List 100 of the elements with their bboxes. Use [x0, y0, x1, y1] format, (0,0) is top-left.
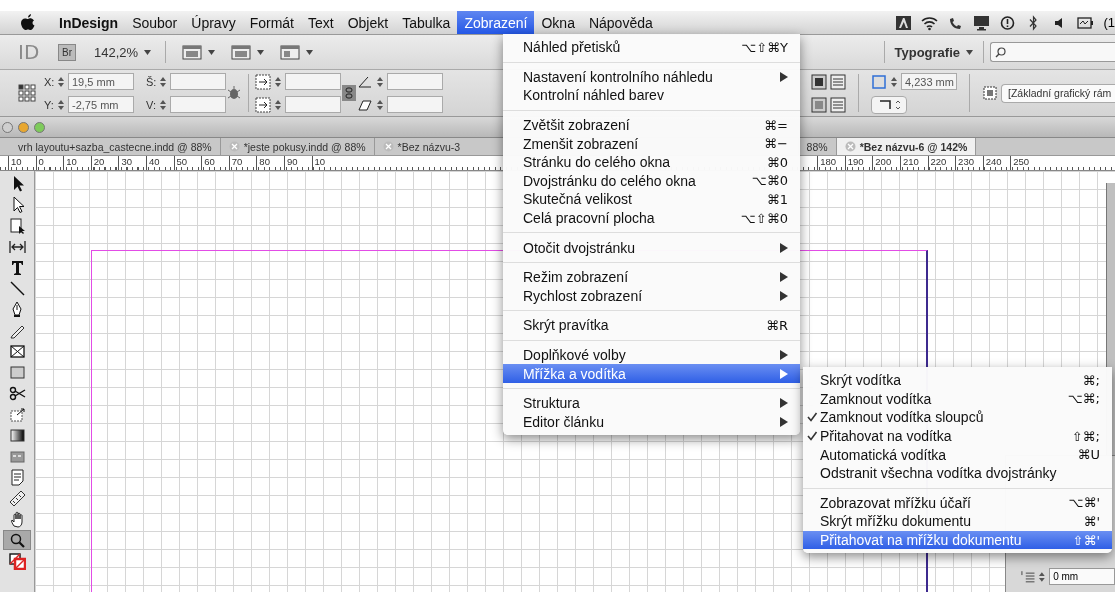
spinner-arrows[interactable]	[159, 75, 167, 88]
number-field[interactable]	[285, 73, 341, 90]
menu-item[interactable]: Skutečná velikost ⌘1	[503, 190, 800, 209]
menu-item[interactable]: Zobrazovat mřížku účaří ⌥⌘'	[803, 487, 1112, 513]
frame-fit-icon[interactable]	[830, 96, 846, 113]
close-window-button[interactable]	[2, 121, 13, 133]
menu-item[interactable]: Stránku do celého okna ⌘0	[503, 152, 800, 172]
menu-item[interactable]: Odstranit všechna vodítka dvojstránky	[803, 463, 1112, 483]
tool-button[interactable]	[3, 530, 31, 550]
number-field[interactable]: 4,233 mm	[901, 73, 957, 90]
minimize-window-button[interactable]	[18, 121, 29, 133]
shortcut-label: ⌘U	[1077, 447, 1100, 463]
shortcut-label: ⌥⌘0	[751, 173, 788, 189]
spinner-arrows[interactable]	[57, 75, 65, 88]
document-tab[interactable]: vrh layoutu+sazba_castecne.indd @ 88%	[10, 138, 221, 155]
menu-bar-item[interactable]: Tabulka	[395, 11, 458, 34]
view-options-button[interactable]	[182, 44, 216, 60]
submenu-arrow-icon	[779, 71, 788, 82]
bridge-button[interactable]: Br	[58, 43, 76, 61]
menu-item[interactable]: Zamknout vodítka ⌥⌘;	[803, 389, 1112, 409]
zoom-dropdown[interactable]: 142,2%	[94, 41, 167, 63]
caret-icon	[306, 49, 314, 55]
hand-icon	[8, 510, 26, 528]
display-icon[interactable]	[973, 14, 991, 31]
number-field[interactable]: 19,5 mm	[68, 73, 134, 90]
menu-bar-item[interactable]: Soubor	[125, 11, 185, 34]
shortcut-label: ⌘−	[764, 136, 788, 152]
menu-item[interactable]: Náhled přetisků ⌥⇧⌘Y	[503, 38, 800, 57]
apple-logo-icon[interactable]	[20, 13, 36, 31]
reference-point-icon[interactable]	[18, 84, 36, 102]
menu-item[interactable]: Struktura	[503, 387, 800, 413]
menu-bar-item[interactable]: Okna	[534, 11, 582, 34]
menu-bar-item[interactable]: Text	[301, 11, 341, 34]
number-field[interactable]	[170, 96, 226, 113]
menu-bar-item[interactable]: Zobrazení	[457, 11, 535, 34]
menu-item[interactable]: Přitahovat na vodítka ⇧⌘;	[803, 426, 1112, 446]
number-field[interactable]	[170, 73, 226, 90]
number-field[interactable]	[387, 73, 443, 90]
y-label: Y:	[44, 98, 54, 111]
menu-item[interactable]: Zamknout vodítka sloupců	[803, 408, 1112, 427]
ruler-label: 190	[844, 156, 873, 170]
chain-link-icon[interactable]	[341, 85, 357, 101]
menu-item[interactable]: Editor článku	[503, 412, 800, 432]
number-field[interactable]: 0 mm	[1049, 568, 1115, 585]
corner-shape-dropdown[interactable]	[871, 95, 907, 114]
wifi-icon[interactable]	[921, 14, 939, 31]
object-style-icon[interactable]	[982, 85, 998, 101]
number-field[interactable]	[387, 96, 443, 113]
menu-item[interactable]: Kontrolní náhled barev	[503, 86, 800, 105]
document-tab[interactable]: *Bez názvu-6 @ 142%	[836, 138, 977, 155]
workspace-dropdown[interactable]: Typografie	[883, 41, 984, 63]
object-style-dropdown[interactable]: [Základní grafický rám	[1001, 83, 1115, 103]
ruler-label: 230	[955, 156, 983, 170]
menu-item[interactable]: Dvojstránku do celého okna ⌥⌘0	[503, 171, 800, 191]
number-field[interactable]: -2,75 mm	[68, 96, 134, 113]
menu-item[interactable]: Skrýt pravítka ⌘R	[503, 310, 800, 335]
shortcut-label: ⌥⌘'	[1068, 495, 1100, 511]
spinner-arrows[interactable]	[376, 98, 384, 111]
menu-item[interactable]: Zmenšit zobrazení ⌘−	[503, 134, 800, 153]
menu-item[interactable]: Mřížka a vodítka	[503, 364, 800, 383]
corner-options-icon[interactable]	[871, 73, 887, 90]
spinner-arrows[interactable]	[376, 75, 384, 88]
ruler-label: 50	[173, 156, 202, 170]
menu-bar-item[interactable]: Formát	[242, 11, 301, 34]
menu-item[interactable]: Přitahovat na mřížku dokumentu ⇧⌘'	[803, 530, 1112, 550]
ruler-label: 20	[90, 156, 119, 170]
view-options-button[interactable]	[231, 44, 265, 60]
menu-item[interactable]: Skrýt vodítka ⌘;	[803, 371, 1112, 390]
menu-item[interactable]: Celá pracovní plocha ⌥⇧⌘0	[503, 208, 800, 228]
spinner-arrows[interactable]	[274, 98, 282, 111]
menu-item[interactable]: Režim zobrazení	[503, 261, 800, 287]
menu-item[interactable]: Otočit dvojstránku	[503, 232, 800, 257]
app-menu[interactable]: InDesign	[52, 11, 126, 34]
battery-icon[interactable]	[1077, 14, 1095, 31]
view-options-button[interactable]	[280, 44, 314, 60]
app-logo-icon[interactable]	[895, 14, 913, 31]
menu-bar-item[interactable]: Objekt	[340, 11, 396, 34]
submenu-arrow-icon	[779, 350, 788, 360]
transform-tool-icon	[8, 405, 26, 423]
menu-item[interactable]: Zvětšit zobrazení ⌘=	[503, 109, 800, 135]
zoom-window-button[interactable]	[34, 121, 45, 133]
menu-bar-item[interactable]: Nápověda	[581, 11, 660, 34]
number-field[interactable]	[285, 96, 341, 113]
tab-label: 88%	[806, 140, 828, 153]
menu-item[interactable]: Skrýt mřížku dokumentu ⌘'	[803, 512, 1112, 531]
spinner-arrows[interactable]	[890, 75, 898, 88]
menu-bar-item[interactable]: Úpravy	[184, 11, 243, 34]
document-tab[interactable]: *jeste pokusy.indd @ 88%	[220, 138, 375, 155]
spinner-arrows[interactable]	[159, 98, 167, 111]
menu-item[interactable]: Rychlost zobrazení	[503, 286, 800, 306]
submenu-arrow-icon	[779, 368, 788, 379]
stroke-align-icon[interactable]	[811, 73, 827, 90]
search-field[interactable]	[990, 42, 1115, 62]
spinner-arrows[interactable]	[57, 98, 65, 111]
spinner-arrows[interactable]	[274, 75, 282, 88]
clock-icon[interactable]	[999, 14, 1017, 31]
ruler-label: 70	[228, 156, 257, 170]
menu-item[interactable]: Nastavení kontrolního náhledu	[503, 61, 800, 87]
spinner-arrows[interactable]	[1038, 570, 1047, 583]
menu-item[interactable]: Automatická vodítka ⌘U	[803, 445, 1112, 464]
